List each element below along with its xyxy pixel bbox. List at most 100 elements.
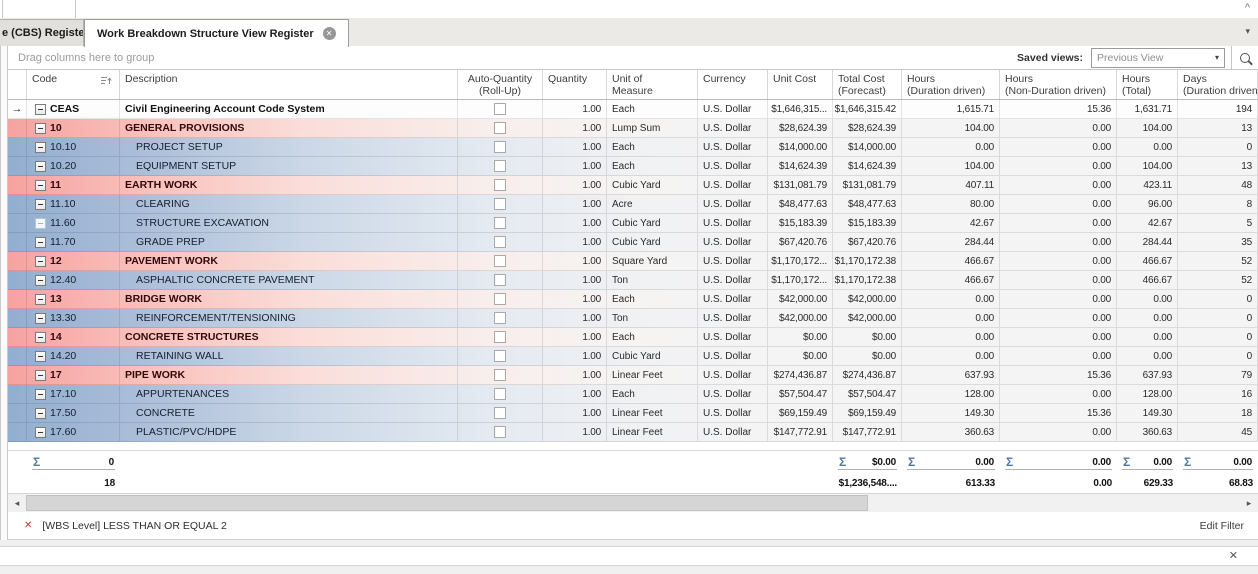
collapse-icon[interactable] bbox=[35, 237, 46, 248]
collapse-icon[interactable] bbox=[35, 427, 46, 438]
hours-non-duration-cell: 0.00 bbox=[1000, 138, 1117, 157]
summary-total-row: 18$1,236,548....613.330.00629.3368.83 bbox=[8, 473, 1258, 493]
collapse-icon[interactable] bbox=[35, 275, 46, 286]
auto-quantity-checkbox[interactable] bbox=[494, 350, 506, 362]
table-row[interactable]: 11.70GRADE PREP1.00Cubic YardU.S. Dollar… bbox=[8, 233, 1258, 252]
sigma-icon[interactable]: Σ bbox=[33, 456, 40, 468]
auto-quantity-checkbox[interactable] bbox=[494, 122, 506, 134]
auto-quantity-checkbox[interactable] bbox=[494, 236, 506, 248]
table-row[interactable]: 13BRIDGE WORK1.00EachU.S. Dollar$42,000.… bbox=[8, 290, 1258, 309]
collapse-icon[interactable] bbox=[35, 104, 46, 115]
table-row[interactable]: 17PIPE WORK1.00Linear FeetU.S. Dollar$27… bbox=[8, 366, 1258, 385]
scroll-right-icon[interactable]: ▸ bbox=[1240, 494, 1258, 512]
auto-quantity-checkbox[interactable] bbox=[494, 388, 506, 400]
auto-quantity-checkbox[interactable] bbox=[494, 312, 506, 324]
collapse-icon[interactable] bbox=[35, 199, 46, 210]
scroll-up-icon[interactable]: ^ bbox=[1245, 1, 1250, 15]
column-header-description[interactable]: Description bbox=[120, 70, 458, 99]
auto-quantity-checkbox[interactable] bbox=[494, 160, 506, 172]
auto-quantity-checkbox[interactable] bbox=[494, 255, 506, 267]
auto-quantity-checkbox[interactable] bbox=[494, 369, 506, 381]
table-row[interactable]: 12PAVEMENT WORK1.00Square YardU.S. Dolla… bbox=[8, 252, 1258, 271]
collapse-icon[interactable] bbox=[35, 351, 46, 362]
unit-of-measure-cell: Cubic Yard bbox=[607, 347, 698, 366]
column-header-code[interactable]: Code bbox=[27, 70, 120, 99]
column-header-currency[interactable]: Currency bbox=[698, 70, 768, 99]
sigma-icon[interactable]: Σ bbox=[1123, 456, 1130, 468]
column-header-quantity[interactable]: Quantity bbox=[543, 70, 607, 99]
auto-quantity-checkbox[interactable] bbox=[494, 103, 506, 115]
description-cell: APPURTENANCES bbox=[120, 385, 458, 404]
column-header-hours_total[interactable]: Hours(Total) bbox=[1117, 70, 1178, 99]
tab-list-chevron-icon[interactable]: ▾ bbox=[1245, 26, 1250, 37]
collapse-icon[interactable] bbox=[35, 408, 46, 419]
sigma-icon[interactable]: Σ bbox=[1006, 456, 1013, 468]
column-header-auto_quantity[interactable]: Auto-Quantity(Roll-Up) bbox=[458, 70, 543, 99]
collapse-icon[interactable] bbox=[35, 256, 46, 267]
auto-quantity-checkbox[interactable] bbox=[494, 141, 506, 153]
auto-quantity-checkbox[interactable] bbox=[494, 179, 506, 191]
saved-views-dropdown[interactable]: Previous View ▾ bbox=[1091, 48, 1225, 68]
hours-duration-cell: 128.00 bbox=[902, 385, 1000, 404]
table-row[interactable]: 11.60STRUCTURE EXCAVATION1.00Cubic YardU… bbox=[8, 214, 1258, 233]
scrollbar-thumb[interactable] bbox=[26, 495, 868, 511]
table-row[interactable]: 13.30REINFORCEMENT/TENSIONING1.00TonU.S.… bbox=[8, 309, 1258, 328]
remove-filter-icon[interactable]: ✕ bbox=[24, 520, 32, 531]
auto-quantity-checkbox[interactable] bbox=[494, 217, 506, 229]
close-panel-icon[interactable]: ✕ bbox=[1229, 549, 1238, 562]
column-header-days[interactable]: Days(Duration driven) bbox=[1178, 70, 1258, 99]
sigma-icon[interactable]: Σ bbox=[839, 456, 846, 468]
collapse-icon[interactable] bbox=[35, 389, 46, 400]
group-by-bar[interactable]: Drag columns here to group Saved views: … bbox=[8, 46, 1258, 70]
table-row[interactable]: 11EARTH WORK1.00Cubic YardU.S. Dollar$13… bbox=[8, 176, 1258, 195]
auto-quantity-checkbox[interactable] bbox=[494, 198, 506, 210]
table-row[interactable]: →CEASCivil Engineering Account Code Syst… bbox=[8, 100, 1258, 119]
table-row[interactable]: 10GENERAL PROVISIONS1.00Lump SumU.S. Dol… bbox=[8, 119, 1258, 138]
table-row[interactable]: 17.10APPURTENANCES1.00EachU.S. Dollar$57… bbox=[8, 385, 1258, 404]
sigma-icon[interactable]: Σ bbox=[1184, 456, 1191, 468]
column-header-hours_duration[interactable]: Hours(Duration driven) bbox=[902, 70, 1000, 99]
tab-cbs-register[interactable]: e (CBS) Register bbox=[0, 19, 84, 46]
column-header-uom[interactable]: Unit ofMeasure bbox=[607, 70, 698, 99]
table-row[interactable]: 11.10CLEARING1.00AcreU.S. Dollar$48,477.… bbox=[8, 195, 1258, 214]
days-duration-cell: 5 bbox=[1178, 214, 1258, 233]
column-header-total_cost[interactable]: Total Cost(Forecast) bbox=[833, 70, 902, 99]
close-tab-icon[interactable]: ✕ bbox=[323, 27, 336, 40]
table-row[interactable]: 17.60PLASTIC/PVC/HDPE1.00Linear FeetU.S.… bbox=[8, 423, 1258, 442]
summary-aggregate-description bbox=[120, 452, 458, 473]
auto-quantity-checkbox[interactable] bbox=[494, 293, 506, 305]
column-header-unit_cost[interactable]: Unit Cost bbox=[768, 70, 833, 99]
collapse-icon[interactable] bbox=[35, 123, 46, 134]
unit-cost-cell: $0.00 bbox=[768, 328, 833, 347]
table-row[interactable]: 14.20RETAINING WALL1.00Cubic YardU.S. Do… bbox=[8, 347, 1258, 366]
auto-quantity-checkbox[interactable] bbox=[494, 331, 506, 343]
search-button[interactable] bbox=[1232, 46, 1258, 69]
tab-wbs-view-register[interactable]: Work Breakdown Structure View Register ✕ bbox=[84, 19, 349, 47]
table-row[interactable]: 10.20EQUIPMENT SETUP1.00EachU.S. Dollar$… bbox=[8, 157, 1258, 176]
scroll-left-icon[interactable]: ◂ bbox=[8, 494, 26, 512]
collapse-icon[interactable] bbox=[35, 294, 46, 305]
collapse-icon[interactable] bbox=[35, 218, 46, 229]
auto-quantity-checkbox[interactable] bbox=[494, 274, 506, 286]
table-row[interactable]: 12.40ASPHALTIC CONCRETE PAVEMENT1.00TonU… bbox=[8, 271, 1258, 290]
left-splitter[interactable] bbox=[0, 46, 8, 540]
table-row[interactable]: 17.50CONCRETE1.00Linear FeetU.S. Dollar$… bbox=[8, 404, 1258, 423]
collapse-icon[interactable] bbox=[35, 370, 46, 381]
auto-quantity-checkbox[interactable] bbox=[494, 426, 506, 438]
edit-filter-link[interactable]: Edit Filter bbox=[1200, 520, 1244, 532]
code-cell: 12 bbox=[27, 252, 120, 271]
collapse-icon[interactable] bbox=[35, 161, 46, 172]
column-header-hours_non_duration[interactable]: Hours(Non-Duration driven) bbox=[1000, 70, 1117, 99]
collapse-icon[interactable] bbox=[35, 332, 46, 343]
hours-duration-cell: 466.67 bbox=[902, 271, 1000, 290]
horizontal-scrollbar[interactable]: ◂ ▸ bbox=[8, 493, 1258, 512]
collapse-icon[interactable] bbox=[35, 180, 46, 191]
auto-quantity-checkbox[interactable] bbox=[494, 407, 506, 419]
sigma-icon[interactable]: Σ bbox=[908, 456, 915, 468]
total-value: 629.33 bbox=[1144, 478, 1173, 493]
table-row[interactable]: 14CONCRETE STRUCTURES1.00EachU.S. Dollar… bbox=[8, 328, 1258, 347]
table-row[interactable]: 10.10PROJECT SETUP1.00EachU.S. Dollar$14… bbox=[8, 138, 1258, 157]
collapse-icon[interactable] bbox=[35, 313, 46, 324]
hours-duration-cell: 104.00 bbox=[902, 119, 1000, 138]
collapse-icon[interactable] bbox=[35, 142, 46, 153]
